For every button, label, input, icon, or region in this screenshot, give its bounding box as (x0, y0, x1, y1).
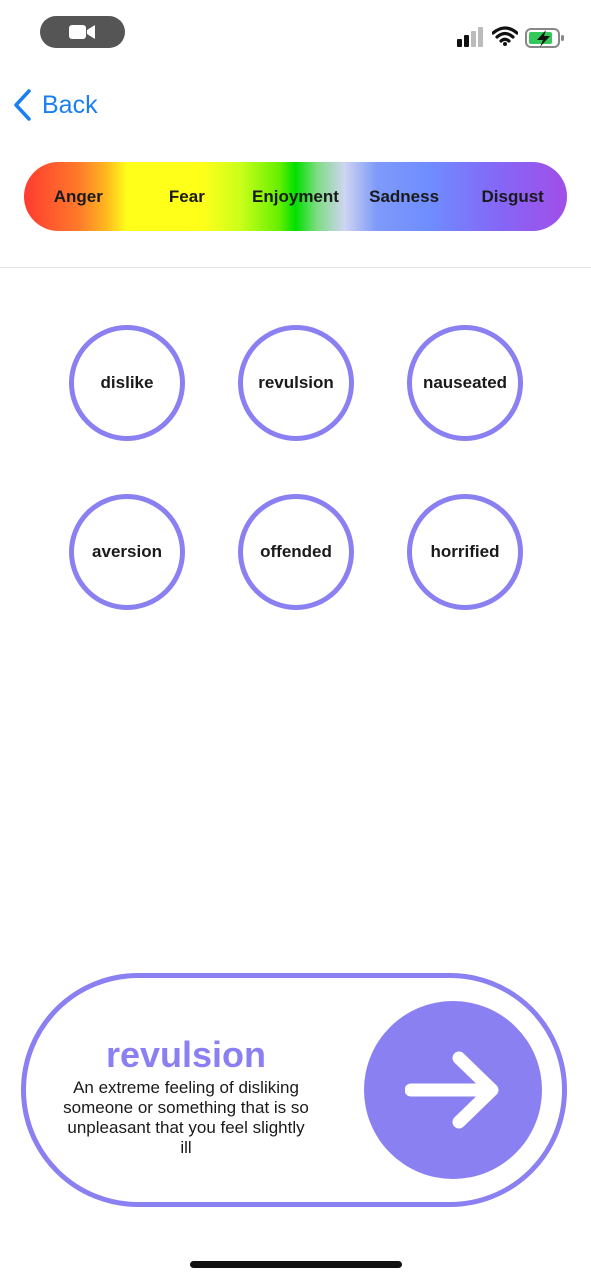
word-option-offended[interactable]: offended (238, 494, 354, 610)
back-button[interactable]: Back (12, 86, 98, 124)
word-option-horrified[interactable]: horrified (407, 494, 523, 610)
screen-recording-indicator[interactable] (40, 16, 125, 48)
status-bar (0, 0, 591, 60)
cellular-signal-icon (457, 27, 483, 47)
emotion-tab-fear[interactable]: Fear (133, 187, 242, 207)
wifi-icon (492, 26, 518, 46)
selected-word-title: revulsion (105, 1034, 267, 1075)
word-option-aversion[interactable]: aversion (69, 494, 185, 610)
emotion-tab-enjoyment[interactable]: Enjoyment (241, 187, 350, 207)
home-indicator[interactable] (190, 1261, 402, 1268)
definition-card: revulsion An extreme feeling of dislikin… (21, 973, 567, 1207)
divider (0, 267, 591, 268)
next-button[interactable] (364, 1001, 542, 1179)
emotion-tab-anger[interactable]: Anger (24, 187, 133, 207)
battery-charging-icon (525, 28, 564, 48)
emotion-tab-sadness[interactable]: Sadness (350, 187, 459, 207)
emotion-tab-disgust[interactable]: Disgust (458, 187, 567, 207)
word-option-nauseated[interactable]: nauseated (407, 325, 523, 441)
chevron-left-icon (14, 89, 31, 121)
arrow-right-icon (405, 1051, 499, 1129)
selected-word-definition: An extreme feeling of disliking someone … (63, 1078, 309, 1157)
back-label: Back (42, 90, 98, 119)
emotion-category-bar: Anger Fear Enjoyment Sadness Disgust (24, 162, 567, 231)
word-option-revulsion[interactable]: revulsion (238, 325, 354, 441)
word-option-dislike[interactable]: dislike (69, 325, 185, 441)
video-camera-icon (69, 25, 95, 39)
